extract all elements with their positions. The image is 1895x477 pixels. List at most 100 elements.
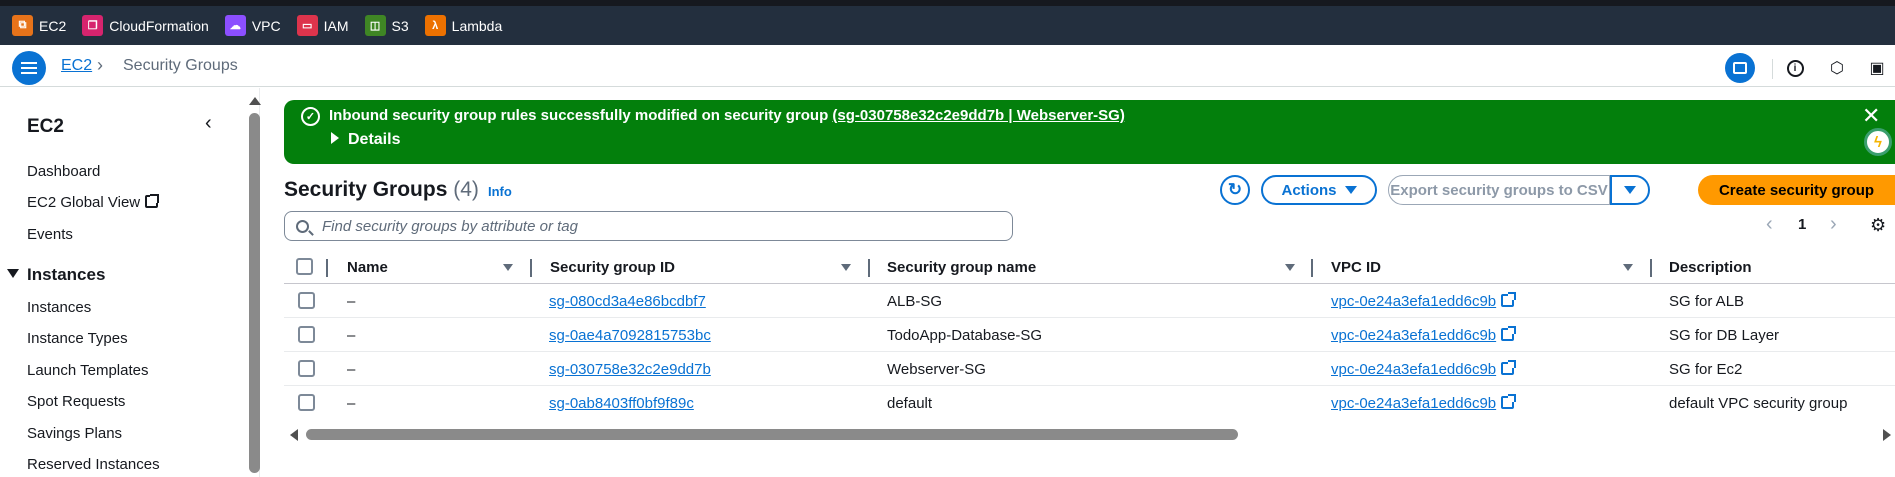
hexagon-icon[interactable]: ⬡ [1822, 53, 1852, 83]
scroll-up-arrow[interactable] [249, 97, 261, 105]
actions-button[interactable]: Actions [1261, 175, 1377, 205]
cell-vpc-link[interactable]: vpc-0e24a3efa1edd6c9b [1331, 292, 1517, 310]
nav-link-dashboard[interactable]: Dashboard [27, 163, 100, 180]
favorite-lambda[interactable]: λ Lambda [424, 15, 503, 36]
vpc-id-text: vpc-0e24a3efa1edd6c9b [1331, 395, 1497, 412]
column-divider [530, 259, 532, 277]
page-number[interactable]: 1 [1798, 216, 1806, 233]
chevron-left-icon[interactable]: ‹ [205, 112, 212, 135]
favorite-ec2[interactable]: ⧉ EC2 [12, 15, 66, 36]
cell-sg-name: Webserver-SG [887, 361, 986, 378]
table-horizontal-scrollbar[interactable] [306, 429, 1238, 440]
column-header-sg-id[interactable]: Security group ID [550, 259, 675, 276]
export-dropdown-button[interactable] [1610, 175, 1650, 205]
nav-link-global-view[interactable]: EC2 Global View [27, 194, 160, 211]
favorite-label: IAM [323, 17, 349, 34]
info-icon[interactable]: i [1780, 53, 1810, 83]
column-divider [1650, 259, 1652, 277]
cell-sg-id-link[interactable]: sg-080cd3a4e86bcdbf7 [549, 293, 706, 310]
flash-details-toggle[interactable]: Details [331, 131, 400, 149]
select-all-checkbox[interactable] [296, 258, 313, 275]
lightning-icon[interactable]: ϟ [1864, 128, 1892, 156]
favorite-vpc[interactable]: ☁ VPC [224, 15, 281, 36]
nav-link-events[interactable]: Events [27, 226, 73, 243]
create-security-group-button[interactable]: Create security group [1698, 175, 1895, 205]
search-input[interactable] [322, 217, 972, 235]
favorite-label: Lambda [451, 17, 503, 34]
split-panel-icon[interactable] [1725, 53, 1755, 83]
side-navigation: EC2 ‹ Dashboard EC2 Global View Events I… [0, 88, 260, 477]
nav-link-spot-requests[interactable]: Spot Requests [27, 393, 125, 410]
column-header-name[interactable]: Name [347, 259, 388, 276]
external-link-icon [1501, 292, 1517, 307]
nav-link-instances[interactable]: Instances [27, 299, 91, 316]
favorite-label: CloudFormation [109, 17, 209, 34]
chevron-left-icon[interactable]: ‹ [1766, 213, 1773, 236]
column-divider [326, 259, 328, 277]
nav-link-savings-plans[interactable]: Savings Plans [27, 425, 122, 442]
export-csv-button[interactable]: Export security groups to CSV [1388, 175, 1610, 205]
s3-icon: ◫ [364, 15, 386, 36]
cell-vpc-link[interactable]: vpc-0e24a3efa1edd6c9b [1331, 394, 1517, 412]
caret-down-icon [1344, 186, 1357, 194]
nav-section-label: Instances [27, 265, 106, 284]
scroll-right-arrow[interactable] [1883, 429, 1891, 441]
menu-icon[interactable] [12, 51, 46, 85]
sort-icon[interactable] [841, 264, 851, 271]
scroll-left-arrow[interactable] [290, 429, 298, 441]
cell-vpc-link[interactable]: vpc-0e24a3efa1edd6c9b [1331, 326, 1517, 344]
iam-icon: ▭ [296, 15, 318, 36]
cell-description: SG for DB Layer [1669, 327, 1780, 344]
favorite-label: EC2 [39, 17, 67, 34]
external-link-icon [1501, 394, 1517, 409]
cell-sg-id-link[interactable]: sg-0ae4a7092815753bc [549, 327, 711, 344]
sort-icon[interactable] [503, 264, 513, 271]
cell-sg-name: ALB-SG [887, 293, 943, 310]
table-row[interactable]: – sg-080cd3a4e86bcdbf7 ALB-SG vpc-0e24a3… [284, 284, 1895, 318]
row-checkbox[interactable] [298, 326, 315, 343]
flash-sg-link[interactable]: (sg-030758e32c2e9dd7b | Webserver-SG) [832, 107, 1124, 124]
sort-icon[interactable] [1623, 264, 1633, 271]
info-link[interactable]: Info [488, 184, 512, 199]
create-label: Create security group [1718, 181, 1875, 199]
vpc-id-text: vpc-0e24a3efa1edd6c9b [1331, 361, 1497, 378]
cell-sg-name: default [887, 395, 933, 412]
nav-link-instance-types[interactable]: Instance Types [27, 330, 128, 347]
nav-section-instances[interactable]: Instances [7, 265, 105, 285]
cell-sg-id-link[interactable]: sg-030758e32c2e9dd7b [549, 361, 711, 378]
column-header-description[interactable]: Description [1669, 259, 1752, 276]
table-row[interactable]: – sg-0ae4a7092815753bc TodoApp-Database-… [284, 318, 1895, 352]
close-icon[interactable]: ✕ [1862, 103, 1880, 129]
nav-link-label: EC2 Global View [27, 194, 141, 211]
favorite-s3[interactable]: ◫ S3 [364, 15, 409, 36]
gear-icon[interactable]: ⚙ [1870, 215, 1886, 236]
vpc-icon: ☁ [224, 15, 246, 36]
row-checkbox[interactable] [298, 360, 315, 377]
cloudshell-icon[interactable]: ▣ [1862, 53, 1892, 83]
search-field[interactable] [284, 211, 1013, 241]
nav-link-reserved-instances[interactable]: Reserved Instances [27, 456, 160, 473]
table-row[interactable]: – sg-030758e32c2e9dd7b Webserver-SG vpc-… [284, 352, 1895, 386]
breadcrumb-ec2-link[interactable]: EC2 [61, 57, 92, 75]
favorite-iam[interactable]: ▭ IAM [296, 15, 349, 36]
cell-sg-id-link[interactable]: sg-0ab8403ff0bf9f89c [549, 395, 694, 412]
cell-vpc-link[interactable]: vpc-0e24a3efa1edd6c9b [1331, 360, 1517, 378]
sort-icon[interactable] [1285, 264, 1295, 271]
row-checkbox[interactable] [298, 292, 315, 309]
divider [1772, 59, 1773, 79]
item-count: (4) [453, 178, 479, 201]
sidenav-scrollbar[interactable] [249, 113, 260, 473]
success-flash: ✓ Inbound security group rules successfu… [284, 100, 1895, 164]
column-header-sg-name[interactable]: Security group name [887, 259, 1036, 276]
refresh-icon[interactable]: ↻ [1220, 175, 1250, 205]
nav-link-launch-templates[interactable]: Launch Templates [27, 362, 148, 379]
column-header-vpc-id[interactable]: VPC ID [1331, 259, 1381, 276]
chevron-right-icon[interactable]: › [1830, 213, 1837, 236]
row-checkbox[interactable] [298, 394, 315, 411]
flash-message: Inbound security group rules successfull… [329, 107, 1125, 124]
favorite-label: VPC [251, 17, 281, 34]
page-title: Security Groups (4) [284, 178, 479, 202]
table-row[interactable]: – sg-0ab8403ff0bf9f89c default vpc-0e24a… [284, 386, 1895, 420]
table-header: Name Security group ID Security group na… [284, 251, 1895, 284]
favorite-cloudformation[interactable]: ❐ CloudFormation [82, 15, 209, 36]
